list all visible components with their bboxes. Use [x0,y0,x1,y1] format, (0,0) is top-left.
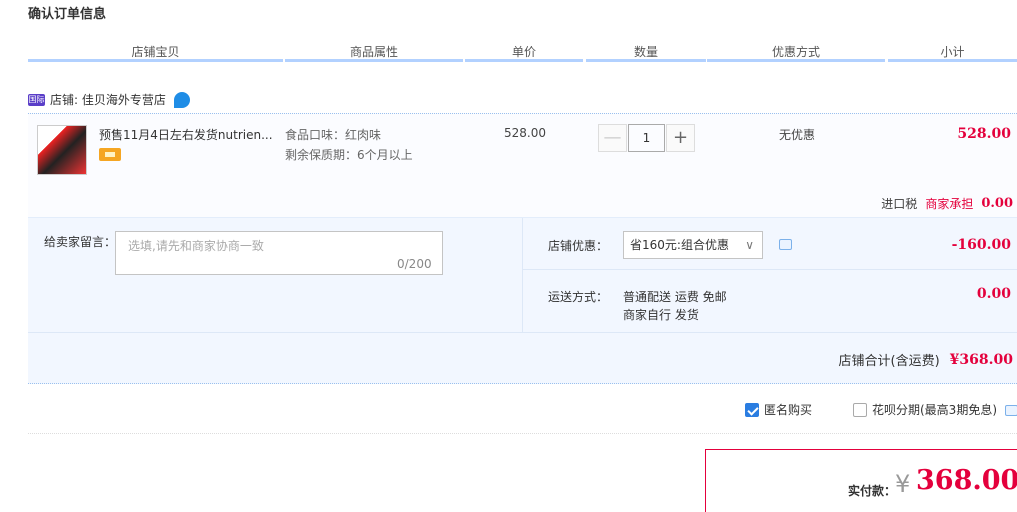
anonymous-option[interactable]: 匿名购买 [745,401,812,418]
shipping-label: 运送方式： [548,290,609,304]
tax-label: 进口税 [881,197,918,211]
col-header-promo: 优惠方式 [771,45,820,59]
product-thumbnail[interactable] [37,125,87,175]
attr-shelf-life: 剩余保质期：6个月以上 [285,148,413,162]
message-counter: 0/200 [397,257,432,271]
shop-badge-icon: 国际 [28,93,45,106]
installment-label: 花呗分期(最高3期免息) [872,403,997,417]
divider [28,332,1017,333]
shipping-method: 普通配送 运费 免邮 [623,290,727,304]
shipping-dispatch: 商家自行 发货 [623,308,699,322]
col-underline [465,59,583,62]
divider [522,218,523,332]
shop-total-row: 店铺合计(含运费) ¥368.00 [838,350,1013,370]
message-placeholder: 选填,请先和商家协商一致 [128,239,264,253]
col-header-attr: 商品属性 [349,45,398,59]
item-subtotal: 528.00 [957,126,1011,142]
col-header-price: 单价 [511,45,536,59]
qty-decrease-button[interactable]: — [598,124,627,152]
shop-discount-label: 店铺优惠： [548,239,609,253]
shop-discount-selected: 省160元:组合优惠 [630,238,729,252]
col-underline [28,59,283,62]
divider [523,269,1017,270]
chevron-down-icon: ∨ [745,238,754,252]
checkbox-empty-icon[interactable] [853,402,867,417]
unit-price: 528.00 [504,126,546,140]
payment-currency: ¥ [895,470,911,498]
checkbox-checked-icon[interactable] [745,402,759,417]
message-label: 给卖家留言： [44,235,117,249]
payment-amount: 368.00 [916,465,1017,496]
shop-discount-select[interactable]: 省160元:组合优惠 ∨ [623,231,763,259]
shop-total-value: ¥368.00 [949,351,1013,368]
wangwang-chat-icon[interactable] [173,91,190,108]
shop-total-label: 店铺合计(含运费) [838,354,940,369]
col-underline [707,59,885,62]
gold-card-icon [99,148,121,161]
shop-name-link[interactable]: 店铺: 佳贝海外专营店 [50,91,166,108]
installment-option[interactable]: 花呗分期(最高3期免息) [853,401,997,418]
page-title: 确认订单信息 [28,7,107,22]
shop-discount-value: -160.00 [951,237,1011,253]
anonymous-label: 匿名购买 [764,403,813,417]
quantity-stepper: — 1 + [598,124,695,152]
col-header-subtotal: 小计 [940,45,965,59]
payment-label: 实付款： [848,484,897,498]
promo-text: 无优惠 [779,128,816,142]
message-icon[interactable] [1005,405,1017,416]
attr-flavor: 食品口味：红肉味 [285,128,382,142]
col-underline [888,59,1017,62]
tax-value: 0.00 [981,196,1013,211]
col-underline [285,59,463,62]
import-tax-row: 进口税 商家承担 0.00 [881,195,1013,212]
divider [28,433,1017,434]
qty-increase-button[interactable]: + [666,124,695,152]
tax-note: 商家承担 [925,197,974,211]
col-underline [586,59,706,62]
shipping-value: 0.00 [976,286,1011,302]
shop-row: 国际 店铺: 佳贝海外专营店 [28,91,190,108]
message-icon[interactable] [779,239,792,250]
col-header-qty: 数量 [633,45,658,59]
product-name-link[interactable]: 预售11月4日左右发货nutrien... [99,126,277,143]
qty-input[interactable]: 1 [628,124,665,152]
col-header-item: 店铺宝贝 [131,45,180,59]
